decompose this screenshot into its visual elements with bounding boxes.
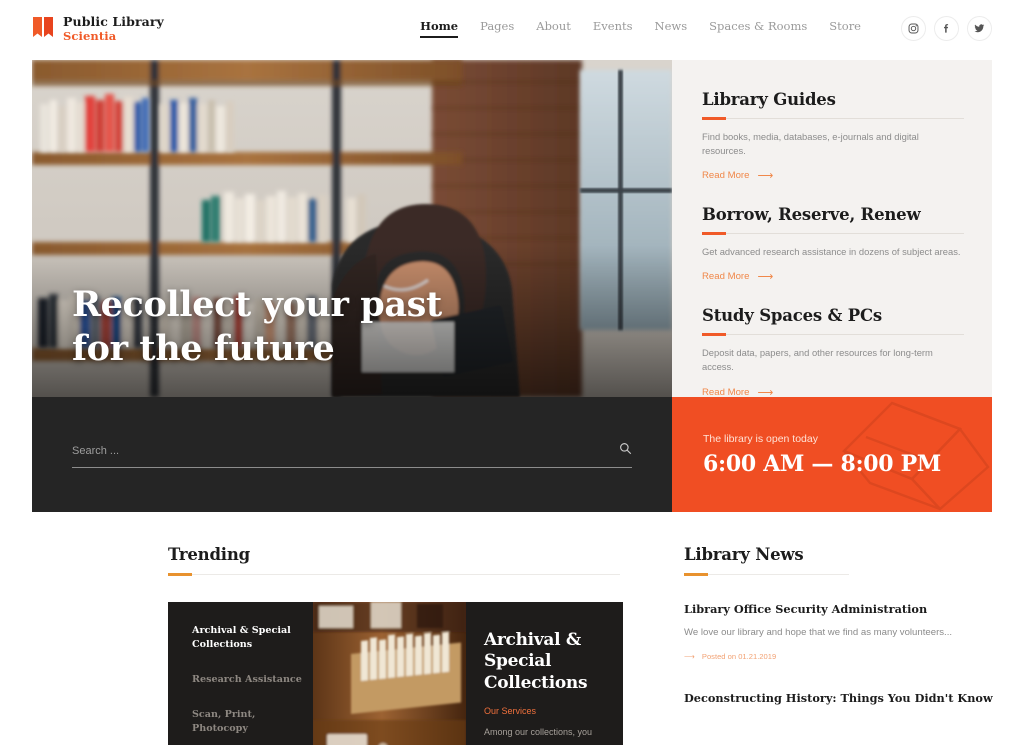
tab-research-assistance[interactable]: Research Assistance: [192, 673, 313, 687]
trending-panel-eyebrow: Our Services: [484, 705, 537, 716]
arrow-right-icon: ⟶: [684, 651, 695, 661]
read-more-label: Read More: [702, 170, 750, 182]
opening-hours-panel: The library is open today 6:00 AM — 8:00…: [672, 397, 992, 512]
open-book-icon: [32, 16, 54, 42]
twitter-icon[interactable]: [967, 16, 992, 41]
arrow-right-icon: ⟶: [757, 271, 774, 284]
hero-image: Recollect your past for the future: [32, 60, 672, 397]
nav-item-about[interactable]: About: [536, 19, 571, 38]
tab-archival-special-collections[interactable]: Archival & Special Collections: [192, 624, 313, 652]
search-icon[interactable]: [619, 442, 632, 460]
read-more-label: Read More: [702, 386, 750, 398]
main-navigation: Home Pages About Events News Spaces & Ro…: [420, 16, 992, 41]
news-item-title: Deconstructing History: Things You Didn'…: [684, 690, 993, 705]
brand-title: Public Library: [63, 14, 164, 30]
news-item-date: Posted on 01.21.2019: [701, 651, 777, 661]
news-item-meta[interactable]: ⟶ Posted on 01.21.2019: [684, 652, 776, 661]
guide-text: Deposit data, papers, and other resource…: [702, 347, 933, 373]
guide-title: Library Guides: [702, 90, 836, 109]
news-heading-rule: [684, 573, 849, 576]
nav-item-store[interactable]: Store: [829, 19, 861, 38]
nav-item-news[interactable]: News: [655, 19, 688, 38]
social-links: [901, 16, 992, 41]
instagram-icon[interactable]: [901, 16, 926, 41]
hero-title-line-1: Recollect your past: [72, 283, 442, 325]
nav-item-home[interactable]: Home: [420, 19, 459, 38]
read-more-label: Read More: [702, 271, 750, 283]
hours-time: 6:00 AM — 8:00 PM: [703, 450, 941, 477]
brand-logo[interactable]: Public Library Scientia: [32, 14, 164, 43]
news-column: Library News Library Office Security Adm…: [660, 545, 1024, 745]
guide-card-library-guides: Library Guides Find books, media, databa…: [702, 90, 964, 183]
trending-panel: Archival & Special Collections Our Servi…: [466, 602, 623, 745]
news-item-excerpt: We love our library and hope that we fin…: [684, 627, 953, 639]
accent-rule: [702, 232, 964, 236]
news-heading: Library News: [684, 545, 804, 564]
guide-card-study-spaces-pcs: Study Spaces & PCs Deposit data, papers,…: [702, 306, 964, 399]
read-more-link-library-guides[interactable]: Read More ⟶: [702, 169, 773, 182]
trending-panel-title: Archival & Special Collections: [484, 630, 588, 693]
accent-rule: [702, 333, 964, 337]
guide-title: Study Spaces & PCs: [702, 306, 882, 326]
trending-panel-text: Among our collections, you: [484, 726, 593, 737]
news-list-item[interactable]: Deconstructing History: Things You Didn'…: [684, 690, 1024, 706]
hero-title-line-2: for the future: [72, 327, 335, 369]
tab-scan-print-photocopy[interactable]: Scan, Print, Photocopy: [192, 708, 313, 736]
read-more-link-borrow-reserve-renew[interactable]: Read More ⟶: [702, 270, 773, 283]
trending-tabs: Archival & Special Collections Research …: [168, 602, 313, 745]
search-input[interactable]: [72, 444, 619, 457]
search-hours-bar: The library is open today 6:00 AM — 8:00…: [32, 397, 992, 512]
site-header: Public Library Scientia Home Pages About…: [0, 0, 1024, 57]
hero-title: Recollect your past for the future: [72, 283, 442, 371]
guide-text: Find books, media, databases, e-journals…: [702, 131, 919, 157]
card-catalog-image: [313, 602, 466, 745]
nav-item-pages[interactable]: Pages: [480, 19, 514, 38]
guide-card-borrow-reserve-renew: Borrow, Reserve, Renew Get advanced rese…: [702, 205, 964, 284]
nav-item-spaces-rooms[interactable]: Spaces & Rooms: [709, 19, 807, 38]
library-homepage: Public Library Scientia Home Pages About…: [0, 0, 1024, 745]
facebook-icon[interactable]: [934, 16, 959, 41]
hours-label: The library is open today: [703, 432, 818, 445]
nav-item-events[interactable]: Events: [593, 19, 633, 38]
guide-text: Get advanced research assistance in doze…: [702, 246, 961, 258]
lower-section: Trending Archival & Special Collections …: [0, 545, 1024, 745]
news-list-item[interactable]: Library Office Security Administration W…: [684, 601, 1024, 664]
news-item-title: Library Office Security Administration: [684, 602, 928, 616]
trending-card: Archival & Special Collections Research …: [168, 602, 623, 745]
accent-rule: [702, 117, 964, 120]
guide-title: Borrow, Reserve, Renew: [702, 205, 921, 225]
trending-heading-rule: [168, 573, 620, 576]
trending-heading: Trending: [168, 545, 251, 564]
arrow-right-icon: ⟶: [757, 170, 774, 183]
trending-column: Trending Archival & Special Collections …: [0, 545, 660, 745]
search-panel: [32, 397, 672, 512]
brand-subtitle: Scientia: [63, 28, 117, 43]
